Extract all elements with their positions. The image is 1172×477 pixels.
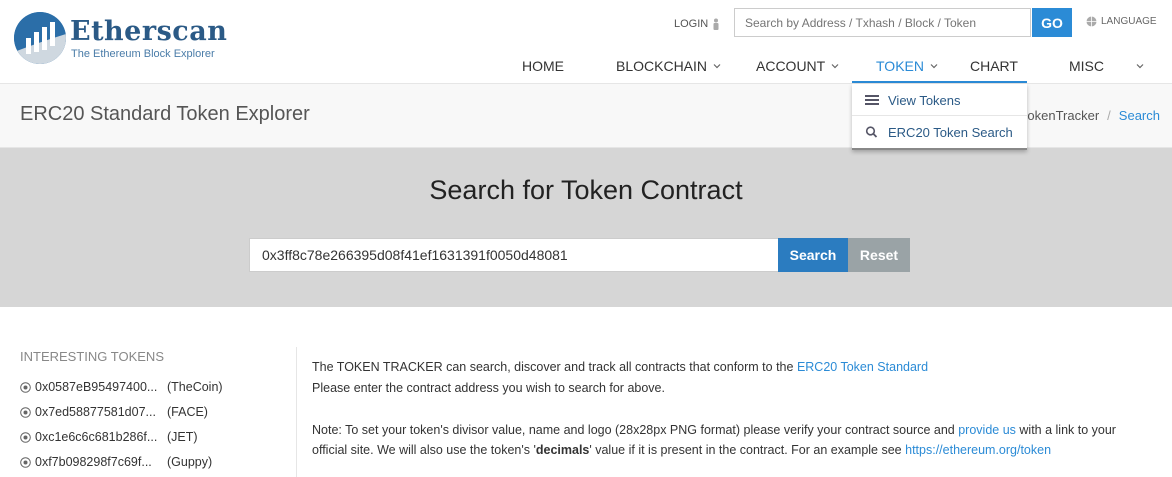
search-panel bbox=[0, 148, 1172, 307]
note-line-2: official site. We will also use the toke… bbox=[312, 440, 1051, 460]
site-search-input[interactable] bbox=[734, 8, 1031, 37]
token-address[interactable]: 0xf7b098298f7c69f... bbox=[35, 455, 163, 469]
token-icon bbox=[20, 431, 31, 443]
nav-blockchain[interactable]: BLOCKCHAIN bbox=[616, 56, 721, 76]
token-name: (TheCoin) bbox=[167, 380, 223, 394]
nav-home-label: HOME bbox=[522, 58, 564, 74]
nav-misc[interactable]: MISC bbox=[1069, 56, 1104, 76]
decimals-label: decimals bbox=[535, 443, 590, 457]
interesting-tokens-heading: INTERESTING TOKENS bbox=[20, 349, 164, 364]
nav-chart[interactable]: CHART bbox=[970, 56, 1018, 76]
ethereum-token-link[interactable]: https://ethereum.org/token bbox=[905, 443, 1051, 457]
page-title: ERC20 Standard Token Explorer bbox=[20, 103, 310, 125]
dropdown-item-view-tokens[interactable]: View Tokens bbox=[852, 84, 1027, 116]
list-icon bbox=[865, 95, 879, 105]
nav-blockchain-label: BLOCKCHAIN bbox=[616, 58, 708, 74]
note-line-1: Note: To set your token's divisor value,… bbox=[312, 420, 1116, 440]
token-name: (FACE) bbox=[167, 405, 208, 419]
nav-home[interactable]: HOME bbox=[522, 56, 564, 76]
chevron-down-icon bbox=[1136, 64, 1144, 69]
login-label: LOGIN bbox=[674, 18, 709, 30]
breadcrumb: okenTracker / Search bbox=[1027, 108, 1160, 123]
chevron-down-icon bbox=[930, 64, 938, 69]
nav-account[interactable]: ACCOUNT bbox=[756, 56, 839, 76]
etherscan-logo[interactable]: Etherscan The Ethereum Block Explorer bbox=[14, 12, 234, 68]
provide-us-link[interactable]: provide us bbox=[958, 423, 1016, 437]
nav-token-active-indicator bbox=[852, 81, 1027, 83]
breadcrumb-separator: / bbox=[1107, 108, 1111, 123]
language-selector[interactable]: LANGUAGE bbox=[1086, 16, 1157, 27]
language-label: LANGUAGE bbox=[1101, 16, 1157, 27]
dropdown-item-erc20-token-search[interactable]: ERC20 Token Search bbox=[852, 116, 1027, 148]
info-text: The TOKEN TRACKER can search, discover a… bbox=[312, 360, 797, 374]
token-icon bbox=[20, 406, 31, 418]
list-item[interactable]: 0x7ed58877581d07... (FACE) bbox=[20, 405, 208, 419]
dropdown-item-label: View Tokens bbox=[888, 92, 961, 108]
nav-token[interactable]: TOKEN bbox=[876, 56, 938, 76]
chevron-down-icon bbox=[713, 64, 721, 69]
logo-chart-icon bbox=[14, 12, 66, 64]
list-item[interactable]: 0xc1e6c6c681b286f... (JET) bbox=[20, 430, 198, 444]
breadcrumb-search: Search bbox=[1118, 108, 1160, 123]
token-icon bbox=[20, 381, 31, 393]
nav-chart-label: CHART bbox=[970, 58, 1018, 74]
token-address[interactable]: 0x7ed58877581d07... bbox=[35, 405, 163, 419]
erc20-standard-link[interactable]: ERC20 Token Standard bbox=[797, 360, 928, 374]
token-icon bbox=[20, 456, 31, 468]
chevron-down-icon bbox=[831, 64, 839, 69]
nav-misc-label: MISC bbox=[1069, 58, 1104, 74]
go-button[interactable]: GO bbox=[1032, 8, 1072, 37]
list-item[interactable]: 0x0587eB95497400... (TheCoin) bbox=[20, 380, 223, 394]
note-text-3: official site. We will also use the toke… bbox=[312, 443, 536, 457]
nav-misc-toggle[interactable] bbox=[1136, 56, 1144, 76]
note-text: Note: To set your token's divisor value,… bbox=[312, 423, 959, 437]
list-item[interactable]: 0xf7b098298f7c69f... (Guppy) bbox=[20, 455, 212, 469]
logo-subtitle: The Ethereum Block Explorer bbox=[71, 48, 215, 60]
reset-button[interactable]: Reset bbox=[848, 238, 910, 272]
logo-title: Etherscan bbox=[70, 16, 228, 47]
dropdown-item-label: ERC20 Token Search bbox=[888, 124, 1013, 140]
token-address[interactable]: 0x0587eB95497400... bbox=[35, 380, 163, 394]
token-dropdown-menu: View Tokens ERC20 Token Search bbox=[852, 84, 1027, 150]
note-text-2: with a link to your bbox=[1015, 423, 1116, 437]
info-line-1: The TOKEN TRACKER can search, discover a… bbox=[312, 357, 928, 377]
login-link[interactable]: LOGIN bbox=[674, 17, 720, 31]
column-divider bbox=[296, 347, 297, 477]
token-name: (JET) bbox=[167, 430, 198, 444]
nav-token-label: TOKEN bbox=[876, 58, 924, 74]
token-address[interactable]: 0xc1e6c6c681b286f... bbox=[35, 430, 163, 444]
nav-account-label: ACCOUNT bbox=[756, 58, 826, 74]
info-line-2: Please enter the contract address you wi… bbox=[312, 381, 665, 395]
note-text-4: ' value if it is present in the contract… bbox=[589, 443, 906, 457]
search-button[interactable]: Search bbox=[778, 238, 848, 272]
user-icon bbox=[713, 18, 719, 30]
token-contract-input[interactable] bbox=[249, 238, 779, 272]
token-name: (Guppy) bbox=[167, 455, 213, 469]
globe-icon bbox=[1086, 16, 1097, 27]
search-icon bbox=[865, 126, 878, 138]
breadcrumb-tokentracker[interactable]: okenTracker bbox=[1027, 108, 1099, 123]
search-panel-title: Search for Token Contract bbox=[429, 175, 743, 205]
